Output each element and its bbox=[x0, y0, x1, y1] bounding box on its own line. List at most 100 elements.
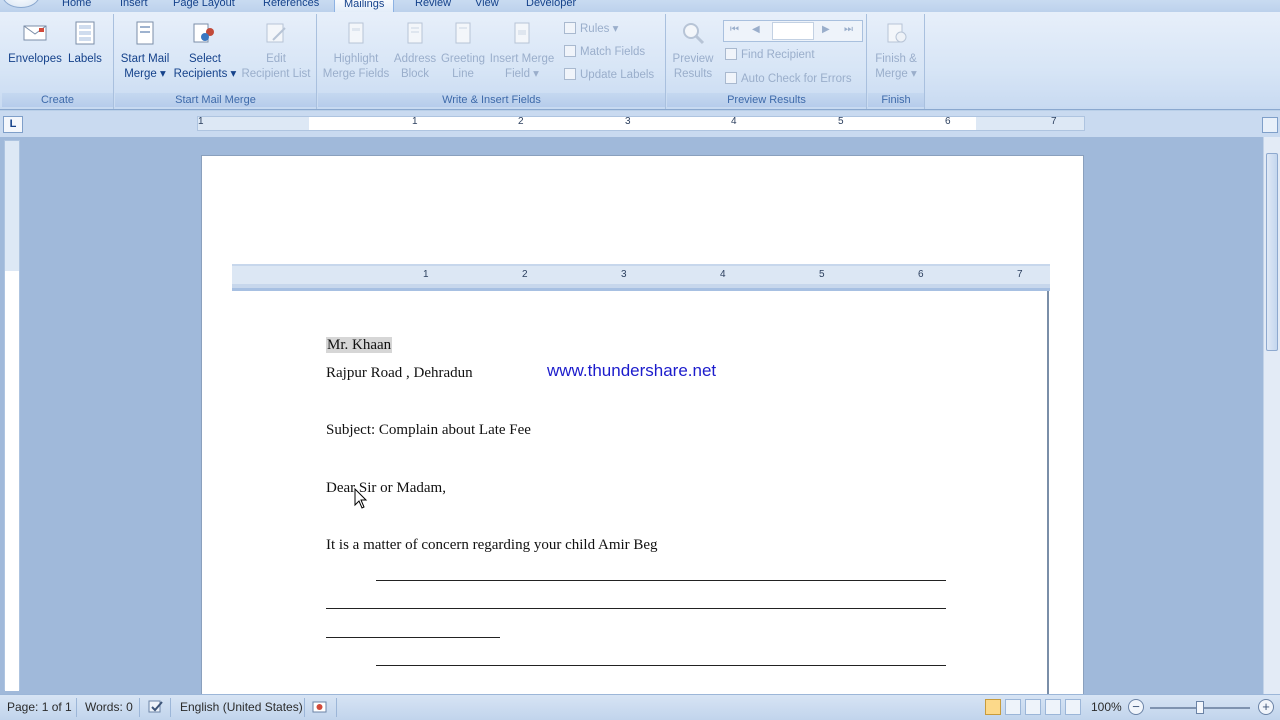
group-label-create: Create bbox=[2, 93, 113, 107]
tab-insert[interactable]: Insert bbox=[120, 0, 148, 12]
next-record-icon[interactable]: ▶ bbox=[822, 24, 830, 35]
group-label-finish: Finish bbox=[868, 93, 924, 107]
record-navigation: ⏮ ◀ ▶ ⏭ bbox=[723, 20, 863, 42]
recipient-name-field[interactable]: Mr. Khaan bbox=[326, 337, 393, 354]
highlight-merge-fields-button[interactable]: Highlight Merge Fields bbox=[320, 20, 392, 82]
find-recipient-button[interactable]: Find Recipient bbox=[725, 46, 815, 64]
status-separator bbox=[170, 698, 171, 717]
web-layout-button[interactable] bbox=[1025, 699, 1041, 715]
vertical-scrollbar[interactable] bbox=[1263, 137, 1280, 694]
document-icon bbox=[136, 21, 154, 45]
outline-view-button[interactable] bbox=[1045, 699, 1061, 715]
group-label-preview: Preview Results bbox=[667, 93, 866, 107]
insert-merge-field-button[interactable]: Insert Merge Field ▾ bbox=[486, 20, 558, 82]
group-create: Envelopes Labels Create bbox=[2, 14, 114, 109]
ruler-number: 2 bbox=[522, 269, 528, 280]
full-screen-reading-button[interactable] bbox=[1005, 699, 1021, 715]
envelopes-button[interactable]: Envelopes bbox=[7, 20, 63, 67]
tab-home[interactable]: Home bbox=[62, 0, 91, 12]
edit-list-icon bbox=[266, 23, 286, 43]
status-separator bbox=[336, 698, 337, 717]
zoom-out-button[interactable]: − bbox=[1128, 699, 1144, 715]
salutation: Dear Sir or Madam, bbox=[326, 480, 446, 496]
address-block-icon bbox=[407, 22, 423, 44]
watermark-text: www.thundershare.net bbox=[547, 361, 717, 380]
ruler-number: 2 bbox=[518, 116, 524, 127]
group-finish: Finish & Merge ▾ Finish bbox=[868, 14, 925, 109]
group-start-mail-merge: Start Mail Merge ▾ Select Recipients ▾ E… bbox=[115, 14, 317, 109]
ruler-number: 7 bbox=[1017, 269, 1023, 280]
scrollbar-thumb[interactable] bbox=[1266, 153, 1278, 351]
recipients-icon bbox=[193, 23, 214, 43]
macro-recording-icon[interactable] bbox=[312, 699, 328, 715]
auto-check-icon bbox=[725, 72, 737, 84]
draft-view-button[interactable] bbox=[1065, 699, 1081, 715]
language-indicator[interactable]: English (United States) bbox=[180, 700, 303, 714]
auto-check-errors-button[interactable]: Auto Check for Errors bbox=[725, 70, 852, 88]
zoom-level[interactable]: 100% bbox=[1091, 700, 1122, 714]
embedded-ruler-strip bbox=[232, 266, 1050, 284]
status-bar: Page: 1 of 1 Words: 0 English (United St… bbox=[0, 694, 1280, 720]
finish-merge-button[interactable]: Finish & Merge ▾ bbox=[870, 20, 922, 82]
ruler-number: 3 bbox=[625, 116, 631, 127]
match-fields-button[interactable]: Match Fields bbox=[564, 43, 645, 61]
first-record-icon[interactable]: ⏮ bbox=[730, 24, 739, 35]
find-recipient-icon bbox=[725, 48, 737, 60]
ruler-text-area bbox=[309, 117, 976, 130]
ribbon-tabs: Home Insert Page Layout References Maili… bbox=[0, 0, 1280, 12]
greeting-line-button[interactable]: Greeting Line bbox=[438, 20, 488, 82]
ruler-number: 6 bbox=[918, 269, 924, 280]
tab-references[interactable]: References bbox=[263, 0, 319, 12]
edit-recipient-list-button[interactable]: Edit Recipient List bbox=[237, 20, 315, 82]
blank-line bbox=[376, 580, 946, 581]
print-layout-view-button[interactable] bbox=[985, 699, 1001, 715]
blank-line bbox=[326, 608, 946, 609]
ribbon: Envelopes Labels Create Start Mail Merge… bbox=[0, 12, 1280, 110]
finish-merge-icon bbox=[887, 23, 907, 43]
update-labels-icon bbox=[564, 68, 576, 80]
tab-view[interactable]: View bbox=[475, 0, 499, 12]
labels-button[interactable]: Labels bbox=[65, 20, 105, 67]
group-label-start-mail-merge: Start Mail Merge bbox=[115, 93, 316, 107]
address-block-button[interactable]: Address Block bbox=[390, 20, 440, 82]
page-count[interactable]: Page: 1 of 1 bbox=[7, 700, 72, 714]
ruler-number: 4 bbox=[731, 116, 737, 127]
magnifier-icon bbox=[683, 23, 705, 45]
horizontal-ruler[interactable]: 1 1 2 3 4 5 6 7 bbox=[197, 116, 1085, 131]
proofing-icon[interactable] bbox=[147, 699, 165, 715]
embedded-page-edge bbox=[1047, 291, 1049, 696]
zoom-in-button[interactable]: + bbox=[1258, 699, 1274, 715]
ruler-number: 1 bbox=[412, 116, 418, 127]
record-number-input[interactable] bbox=[772, 22, 814, 40]
select-recipients-button[interactable]: Select Recipients ▾ bbox=[173, 20, 237, 82]
ruler-number: 5 bbox=[838, 116, 844, 127]
mouse-cursor-icon bbox=[354, 488, 368, 509]
office-button[interactable] bbox=[2, 0, 40, 8]
update-labels-button[interactable]: Update Labels bbox=[564, 66, 654, 84]
body-line: It is a matter of concern regarding your… bbox=[326, 537, 658, 553]
start-mail-merge-button[interactable]: Start Mail Merge ▾ bbox=[115, 20, 175, 82]
group-preview-results: Preview Results ⏮ ◀ ▶ ⏭ Find Recipient A… bbox=[667, 14, 867, 109]
tab-developer[interactable]: Developer bbox=[526, 0, 576, 12]
word-count[interactable]: Words: 0 bbox=[85, 700, 133, 714]
zoom-slider-thumb[interactable] bbox=[1196, 701, 1204, 714]
vertical-ruler[interactable] bbox=[4, 140, 20, 691]
tab-mailings[interactable]: Mailings bbox=[334, 0, 395, 12]
tab-review[interactable]: Review bbox=[415, 0, 451, 12]
tab-stop-selector[interactable]: L bbox=[3, 116, 23, 133]
document-page[interactable]: 1 2 3 4 5 6 7 Mr. Khaan Rajpur Road , De… bbox=[201, 155, 1084, 696]
group-write-insert-fields: Highlight Merge Fields Address Block Gre… bbox=[318, 14, 666, 109]
horizontal-ruler-bar: L 1 1 2 3 4 5 6 7 bbox=[0, 111, 1280, 137]
subject-line: Subject: Complain about Late Fee bbox=[326, 422, 531, 438]
ruler-number: 1 bbox=[198, 116, 204, 127]
blank-line bbox=[326, 637, 500, 638]
rules-button[interactable]: Rules ▾ bbox=[564, 20, 618, 38]
ruler-number: 4 bbox=[720, 269, 726, 280]
preview-results-button[interactable]: Preview Results bbox=[669, 20, 717, 82]
view-ruler-button[interactable] bbox=[1262, 117, 1278, 133]
highlight-icon bbox=[348, 22, 364, 44]
previous-record-icon[interactable]: ◀ bbox=[752, 24, 760, 35]
last-record-icon[interactable]: ⏭ bbox=[844, 24, 853, 35]
tab-page-layout[interactable]: Page Layout bbox=[173, 0, 235, 12]
embedded-ruler: 1 2 3 4 5 6 7 bbox=[232, 264, 1050, 291]
